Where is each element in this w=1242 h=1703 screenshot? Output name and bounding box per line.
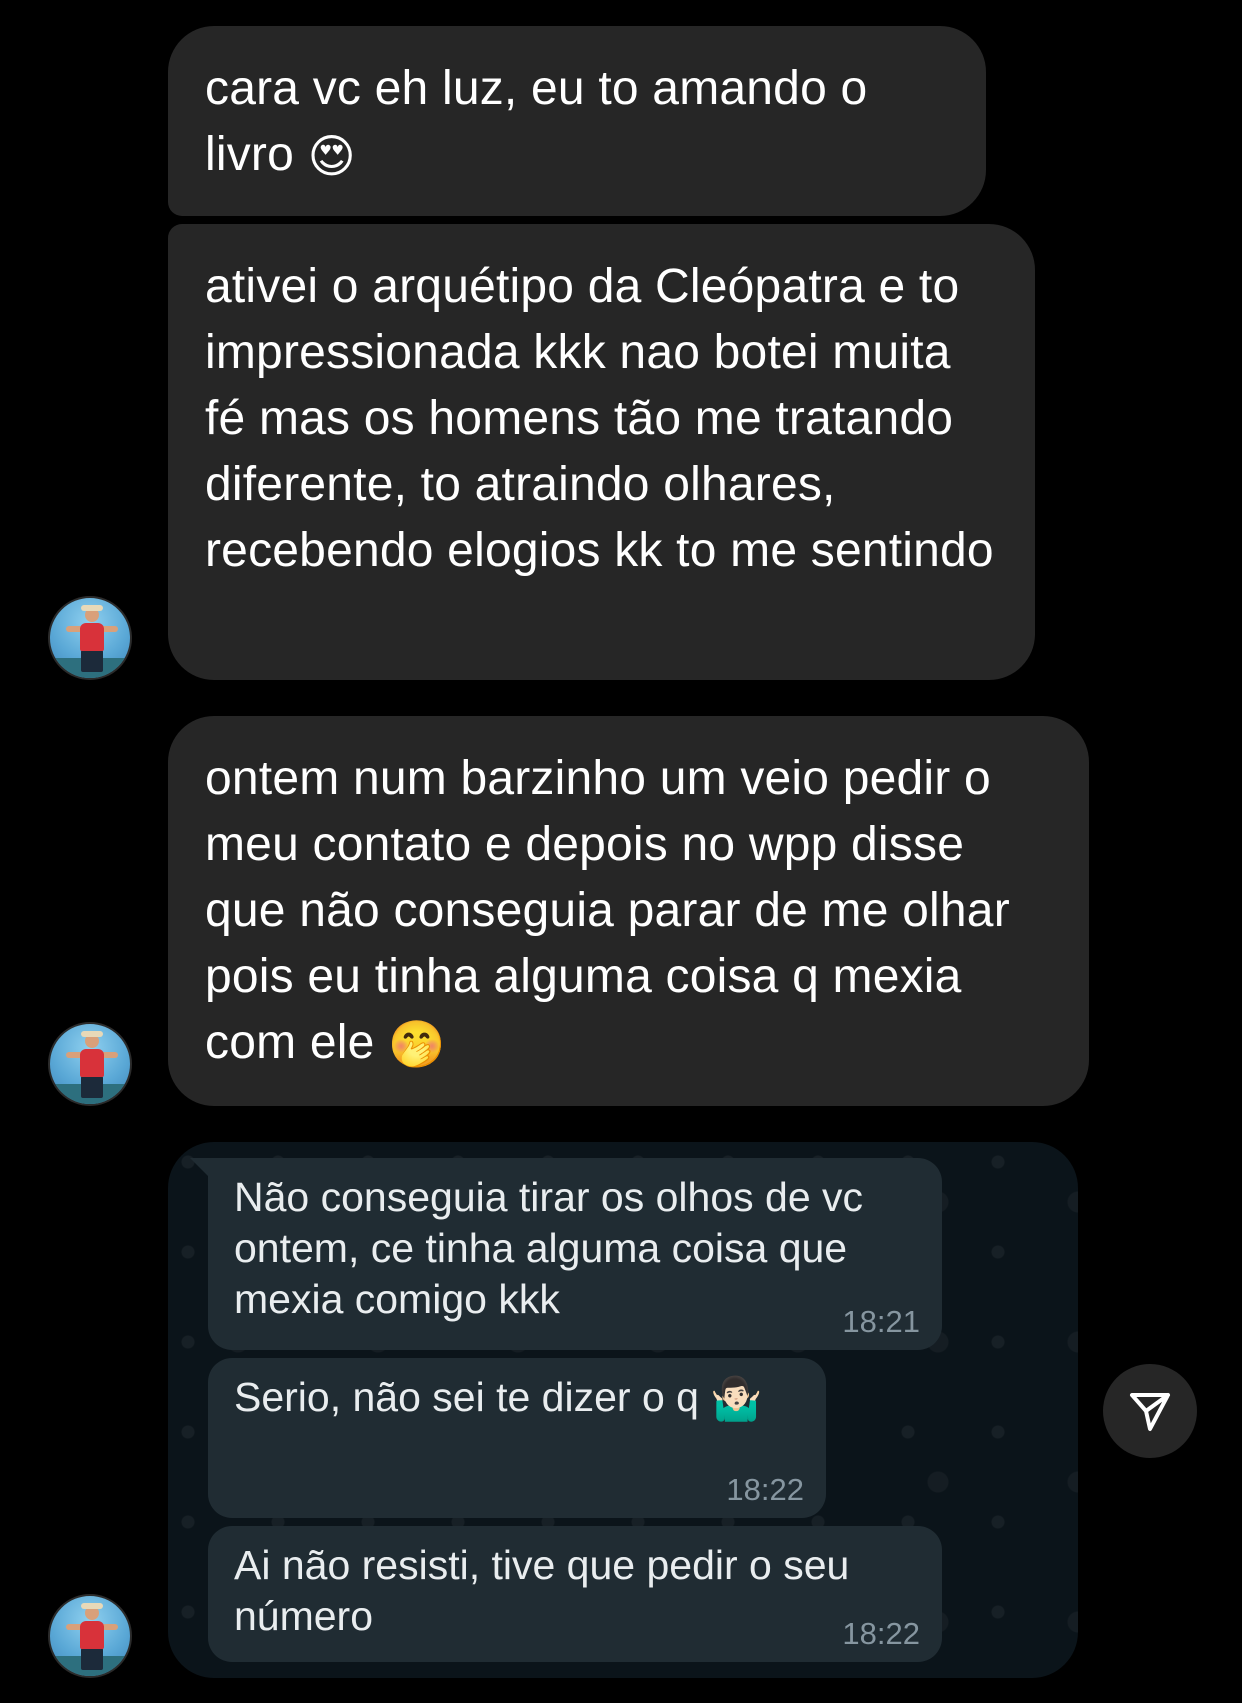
whatsapp-message: Não conseguia tirar os olhos de vc ontem… [208, 1158, 942, 1350]
heart-eyes-emoji: 😍 [307, 129, 356, 183]
message-text: ontem num barzinho um veio pedir o meu c… [205, 752, 1010, 1069]
message-bubble[interactable]: ontem num barzinho um veio pedir o meu c… [168, 716, 1089, 1106]
whatsapp-message: Ai não resisti, tive que pedir o seu núm… [208, 1526, 942, 1662]
message-time: 18:22 [726, 1472, 804, 1507]
message-bubble[interactable]: ativei o arquétipo da Cleópatra e to imp… [168, 224, 1035, 680]
whatsapp-message-text: Ai não resisti, tive que pedir o seu núm… [234, 1542, 850, 1639]
paper-plane-icon [1130, 1393, 1170, 1431]
sender-avatar[interactable] [48, 1022, 132, 1106]
chat-thread: cara vc eh luz, eu to amando o livro 😍 a… [0, 0, 1242, 1703]
whatsapp-message-text: Serio, não sei te dizer o q [234, 1374, 699, 1420]
whatsapp-message-text: Não conseguia tirar os olhos de vc ontem… [234, 1174, 864, 1322]
message-time: 18:22 [842, 1616, 920, 1651]
message-bubble[interactable]: cara vc eh luz, eu to amando o livro 😍 [168, 26, 986, 216]
message-text: ativei o arquétipo da Cleópatra e to imp… [205, 260, 994, 577]
sender-avatar[interactable] [48, 1594, 132, 1678]
shrug-emoji: 🤷🏻‍♂️ [710, 1374, 763, 1423]
sender-avatar[interactable] [48, 596, 132, 680]
whatsapp-message: Serio, não sei te dizer o q 🤷🏻‍♂️ 18:22 [208, 1358, 826, 1518]
message-text: cara vc eh luz, eu to amando o livro [205, 62, 868, 181]
hand-over-mouth-emoji: 🤭 [388, 1017, 446, 1071]
share-button[interactable] [1103, 1364, 1197, 1458]
shared-whatsapp-screenshot[interactable]: Não conseguia tirar os olhos de vc ontem… [168, 1142, 1078, 1678]
message-time: 18:21 [842, 1304, 920, 1339]
